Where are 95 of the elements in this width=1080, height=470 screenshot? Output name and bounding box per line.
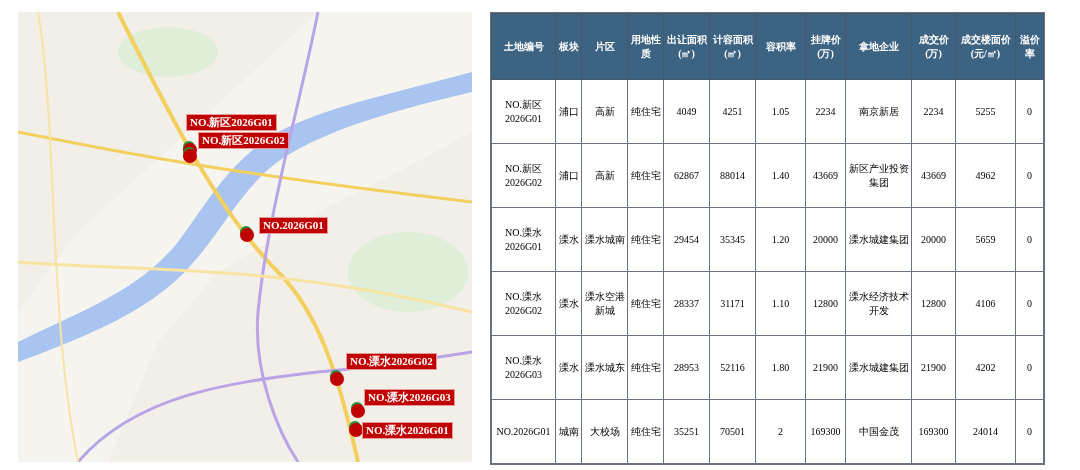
table-cell: 21900 (911, 335, 956, 400)
table-cell: 浦口 (555, 79, 582, 144)
table-cell: 24014 (955, 399, 1016, 464)
table-cell: 大校场 (581, 399, 628, 464)
table-cell: NO.新区2026G01 (491, 79, 556, 144)
table-cell: 纯住宅 (627, 207, 664, 272)
column-header: 出让面积(㎡) (663, 13, 710, 80)
map-label: NO.新区2026G01 (186, 114, 277, 131)
table-cell: 溧水城东 (581, 335, 628, 400)
table-cell: 52116 (709, 335, 756, 400)
table-cell: 高新 (581, 79, 628, 144)
table-cell: 0 (1015, 143, 1044, 208)
table-cell: 20000 (805, 207, 846, 272)
table-cell: 南京新居 (845, 79, 912, 144)
table-cell: 4962 (955, 143, 1016, 208)
table-cell: 29454 (663, 207, 710, 272)
table-cell: 28953 (663, 335, 710, 400)
table-cell: 纯住宅 (627, 79, 664, 144)
table-cell: 35251 (663, 399, 710, 464)
table-cell: NO.溧水2026G02 (491, 271, 556, 336)
table-cell: 12800 (911, 271, 956, 336)
table-cell: 169300 (805, 399, 846, 464)
table-cell: NO.2026G01 (491, 399, 556, 464)
column-header: 容积率 (755, 13, 806, 80)
table-cell: 纯住宅 (627, 271, 664, 336)
table-cell: 溧水 (555, 271, 582, 336)
map-label: NO.2026G01 (259, 217, 328, 234)
table-cell: 溧水 (555, 207, 582, 272)
table-cell: 12800 (805, 271, 846, 336)
table-cell: 20000 (911, 207, 956, 272)
column-header: 板块 (555, 13, 582, 80)
table-cell: 5659 (955, 207, 1016, 272)
table-cell: 溧水空港新城 (581, 271, 628, 336)
table-cell: 1.05 (755, 79, 806, 144)
table-cell: 62867 (663, 143, 710, 208)
column-header: 计容面积(㎡) (709, 13, 756, 80)
table-cell: 2234 (911, 79, 956, 144)
table-cell: 5255 (955, 79, 1016, 144)
table-cell: 中国金茂 (845, 399, 912, 464)
table-cell: 43669 (911, 143, 956, 208)
table-cell: 溧水 (555, 335, 582, 400)
table-cell: 2234 (805, 79, 846, 144)
table-cell: 溧水城南 (581, 207, 628, 272)
table-cell: 0 (1015, 335, 1044, 400)
map-label: NO.新区2026G02 (198, 132, 289, 149)
table-cell: 4202 (955, 335, 1016, 400)
map-pin-icon (329, 369, 345, 387)
table-cell: 4049 (663, 79, 710, 144)
table-cell: 35345 (709, 207, 756, 272)
table-cell: 溧水经济技术开发 (845, 271, 912, 336)
column-header: 成交楼面价(元/㎡) (955, 13, 1016, 80)
table-cell: NO.溧水2026G01 (491, 207, 556, 272)
table-cell: 1.10 (755, 271, 806, 336)
table-cell: 浦口 (555, 143, 582, 208)
table-cell: 2 (755, 399, 806, 464)
table-cell: 4106 (955, 271, 1016, 336)
table-cell: 纯住宅 (627, 143, 664, 208)
table-cell: 纯住宅 (627, 399, 664, 464)
map-label: NO.溧水2026G02 (346, 353, 437, 370)
map-pin-icon (348, 420, 364, 438)
map-pin-icon (182, 146, 198, 164)
table-cell: 0 (1015, 79, 1044, 144)
table-cell: 0 (1015, 399, 1044, 464)
column-header: 拿地企业 (845, 13, 912, 80)
table-cell: 城南 (555, 399, 582, 464)
table-cell: 28337 (663, 271, 710, 336)
table-cell: 溧水城建集团 (845, 207, 912, 272)
table-cell: 43669 (805, 143, 846, 208)
table-cell: 169300 (911, 399, 956, 464)
map-label: NO.溧水2026G01 (362, 422, 453, 439)
map-pin-icon (239, 225, 255, 243)
column-header: 挂牌价(万) (805, 13, 846, 80)
table-cell: 高新 (581, 143, 628, 208)
table-cell: NO.新区2026G02 (491, 143, 556, 208)
table-cell: 88014 (709, 143, 756, 208)
table-cell: 31171 (709, 271, 756, 336)
table-cell: 0 (1015, 271, 1044, 336)
table-cell: 21900 (805, 335, 846, 400)
column-header: 成交价(万) (911, 13, 956, 80)
map-pin-icon (350, 401, 366, 419)
table-cell: 纯住宅 (627, 335, 664, 400)
column-header: 土地编号 (491, 13, 556, 80)
column-header: 用地性质 (627, 13, 664, 80)
map-label: NO.溧水2026G03 (364, 389, 455, 406)
table-cell: 1.20 (755, 207, 806, 272)
table-cell: 1.40 (755, 143, 806, 208)
table-cell: 4251 (709, 79, 756, 144)
table-cell: 0 (1015, 207, 1044, 272)
table-cell: 溧水城建集团 (845, 335, 912, 400)
table-cell: 1.80 (755, 335, 806, 400)
table-cell: NO.溧水2026G03 (491, 335, 556, 400)
column-header: 溢价率 (1015, 13, 1044, 80)
table-cell: 70501 (709, 399, 756, 464)
table-cell: 新区产业投资集团 (845, 143, 912, 208)
column-header: 片区 (581, 13, 628, 80)
